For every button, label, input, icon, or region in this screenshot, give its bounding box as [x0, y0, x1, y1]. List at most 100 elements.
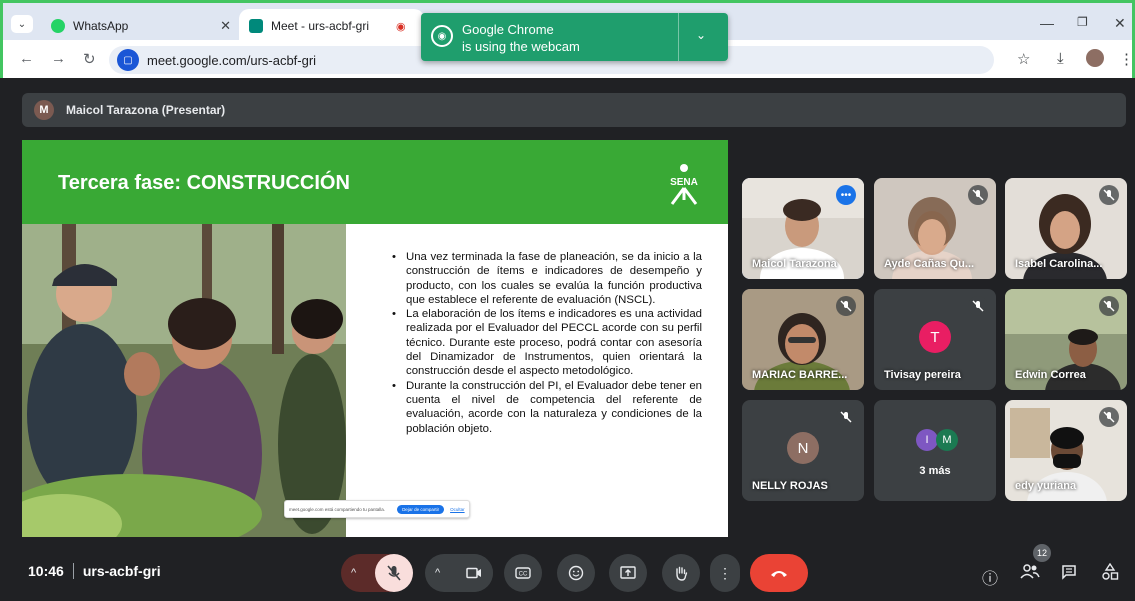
chevron-down-icon[interactable]: ⌄	[696, 28, 706, 42]
avatar: M	[34, 100, 54, 120]
slide-bullet: Durante la construcción del PI, el Evalu…	[388, 379, 702, 436]
slide-bullet: La elaboración de los ítems e indicadore…	[388, 307, 702, 378]
meeting-time: 10:46	[28, 563, 64, 579]
more-participants-label: 3 más	[919, 465, 951, 477]
tab-label: WhatsApp	[73, 19, 129, 33]
hang-up-icon	[771, 571, 787, 577]
more-options-icon[interactable]: •••	[836, 185, 856, 205]
more-participants-tile[interactable]: I M 3 más	[874, 400, 996, 501]
mic-off-icon	[836, 296, 856, 316]
close-window-icon[interactable]: ✕	[1114, 15, 1126, 32]
participant-tile[interactable]: ••• Maicol Tarazona	[742, 178, 864, 279]
participant-name: Tivisay pereira	[884, 369, 961, 381]
chevron-up-icon: ^	[435, 567, 441, 579]
divider	[72, 563, 74, 579]
minimize-icon[interactable]: —	[1040, 15, 1054, 31]
restore-icon[interactable]: ❐	[1077, 15, 1088, 29]
tab-whatsapp[interactable]: WhatsApp ✕	[41, 9, 241, 43]
recording-icon: ◉	[396, 20, 406, 33]
hand-icon	[676, 566, 688, 581]
info-icon[interactable]: ⓘ	[982, 565, 998, 589]
slide-title: Tercera fase: CONSTRUCCIÓN	[58, 172, 350, 194]
participant-tile[interactable]: edy yuriana	[1005, 400, 1127, 501]
menu-dots-icon[interactable]: ⋮	[1119, 50, 1134, 68]
participant-name: Maicol Tarazona	[752, 258, 837, 270]
captions-button[interactable]: CC	[504, 554, 542, 592]
avatar: T	[919, 321, 951, 353]
url-text: meet.google.com/urs-acbf-gri	[147, 52, 317, 68]
download-icon[interactable]: ⤓	[1057, 50, 1064, 67]
avatar: N	[787, 432, 819, 464]
participant-name: Isabel Carolina...	[1015, 258, 1103, 270]
reload-icon[interactable]: ↻	[83, 50, 96, 68]
chat-icon[interactable]	[1061, 564, 1077, 580]
site-info-icon[interactable]: ▢	[117, 49, 139, 71]
raise-hand-button[interactable]	[662, 554, 700, 592]
mic-off-icon	[836, 407, 856, 427]
svg-text:CC: CC	[519, 572, 528, 578]
webcam-notice-title: Google Chrome	[462, 22, 554, 37]
logo-text: SENA	[670, 177, 698, 188]
participant-tile[interactable]: Edwin Correa	[1005, 289, 1127, 390]
participant-tile[interactable]: T Tivisay pereira	[874, 289, 996, 390]
meet-stage: M Maicol Tarazona (Presentar) Tercera fa…	[0, 78, 1135, 601]
screen-share-notice: meet.google.com está compartiendo tu pan…	[284, 500, 470, 518]
participant-tile[interactable]: N NELLY ROJAS	[742, 400, 864, 501]
share-notice-text: meet.google.com está compartiendo tu pan…	[289, 506, 386, 512]
participant-tile[interactable]: Isabel Carolina...	[1005, 178, 1127, 279]
people-icon[interactable]	[1020, 563, 1040, 579]
whatsapp-icon	[51, 19, 65, 33]
meeting-details: 10:46 urs-acbf-gri	[28, 563, 161, 579]
camera-toggle-button[interactable]	[455, 554, 493, 592]
presentation-slide: Tercera fase: CONSTRUCCIÓN SENA • Una ve…	[22, 140, 728, 537]
mic-off-icon	[968, 185, 988, 205]
avatar: M	[936, 429, 958, 451]
emoji-button[interactable]	[557, 554, 595, 592]
presenter-label: Maicol Tarazona (Presentar)	[66, 103, 226, 117]
more-options-button[interactable]: ⋮	[710, 554, 740, 592]
forward-icon[interactable]: →	[51, 50, 66, 67]
meeting-controls-bar: 10:46 urs-acbf-gri ^ ^ CC ⋮ ⓘ 12	[0, 541, 1135, 601]
slide-photo	[22, 224, 346, 537]
mic-off-icon	[968, 296, 988, 316]
meeting-code: urs-acbf-gri	[82, 563, 161, 579]
participant-name: MARIAC BARRE...	[752, 369, 848, 381]
slide-bullet: Una vez terminada la fase de planeación,…	[388, 250, 702, 307]
close-tab-icon[interactable]: ✕	[220, 18, 231, 34]
participant-name: Edwin Correa	[1015, 369, 1086, 381]
mic-off-icon	[1099, 296, 1119, 316]
mic-toggle-button[interactable]	[375, 554, 413, 592]
back-icon[interactable]: ←	[19, 50, 34, 67]
activities-icon[interactable]	[1101, 563, 1119, 581]
participant-tile[interactable]: Ayde Cañas Qu...	[874, 178, 996, 279]
meet-icon	[249, 19, 263, 33]
captions-icon: CC	[515, 567, 531, 579]
participant-name: edy yuriana	[1015, 480, 1077, 492]
divider	[678, 13, 679, 61]
emoji-icon	[568, 565, 584, 581]
slide-header: Tercera fase: CONSTRUCCIÓN SENA	[22, 140, 728, 224]
more-vert-icon: ⋮	[718, 564, 732, 581]
webcam-icon: ◉	[431, 25, 453, 47]
profile-avatar[interactable]	[1086, 49, 1104, 67]
tab-label: Meet - urs-acbf-gri	[271, 19, 370, 33]
participant-count-badge: 12	[1033, 544, 1051, 562]
stop-sharing-button[interactable]: Dejar de compartir	[397, 504, 445, 514]
webcam-notice-text: is using the webcam	[462, 39, 580, 54]
hide-button[interactable]: Ocultar	[450, 507, 465, 512]
avatar: I	[916, 429, 938, 451]
participant-name: Ayde Cañas Qu...	[884, 258, 975, 270]
leave-call-button[interactable]	[750, 554, 808, 592]
mic-off-icon	[387, 565, 401, 581]
present-button[interactable]	[609, 554, 647, 592]
tab-search-button[interactable]: ⌄	[11, 15, 33, 33]
participant-name: NELLY ROJAS	[752, 480, 828, 492]
camera-icon	[466, 567, 481, 579]
bookmark-star-icon[interactable]: ☆	[1017, 50, 1030, 68]
tab-meet[interactable]: Meet - urs-acbf-gri ◉	[239, 9, 424, 43]
participant-tile[interactable]: MARIAC BARRE...	[742, 289, 864, 390]
chevron-up-icon: ^	[351, 567, 357, 579]
mic-off-icon	[1099, 407, 1119, 427]
webcam-notification: ◉ Google Chrome is using the webcam ⌄	[421, 13, 728, 61]
sena-logo-icon: SENA	[670, 164, 698, 205]
